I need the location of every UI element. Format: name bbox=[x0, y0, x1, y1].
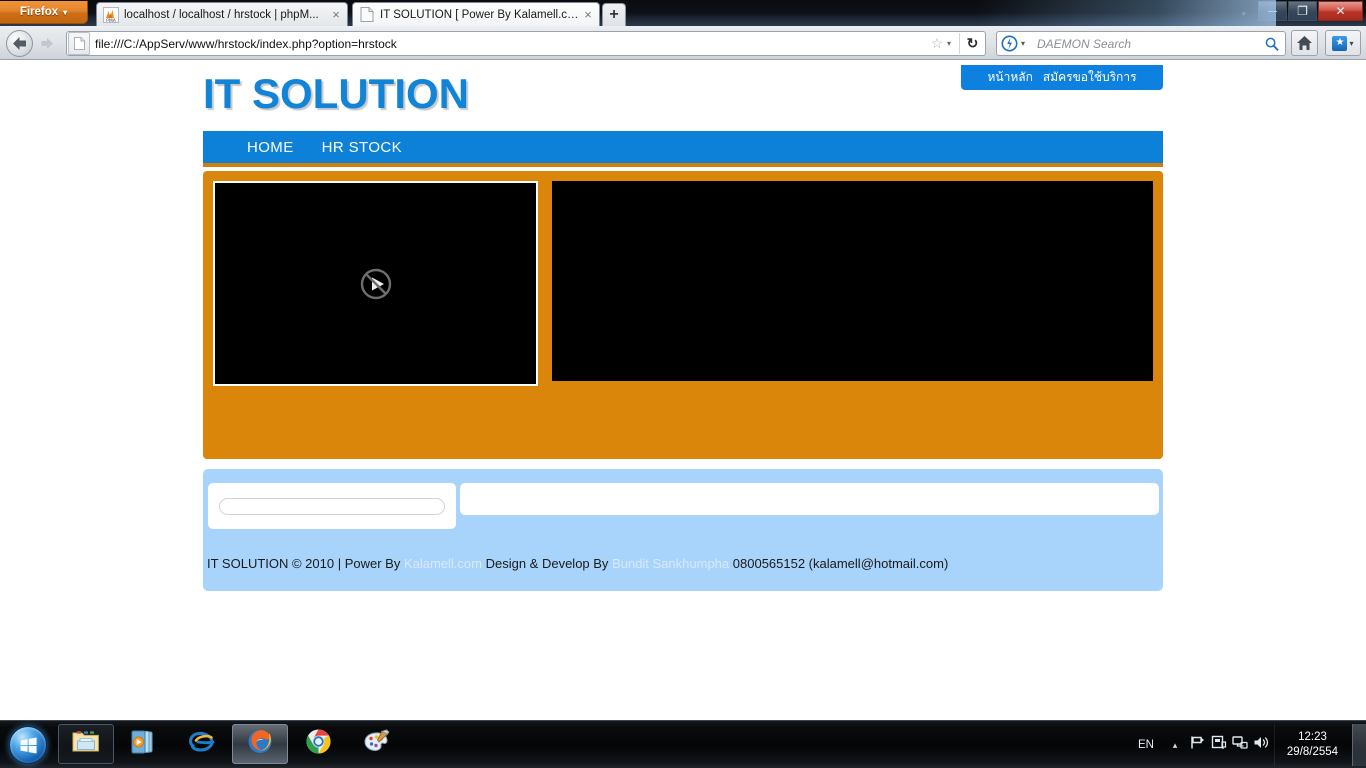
windows-media-player-icon bbox=[130, 729, 158, 760]
google-chrome-icon bbox=[305, 728, 332, 760]
site-footer: IT SOLUTION © 2010 | Power By Kalamell.c… bbox=[207, 556, 948, 571]
chevron-down-icon[interactable]: ▾ bbox=[1021, 39, 1032, 48]
forward-button bbox=[36, 32, 59, 55]
flag-action-center-icon[interactable] bbox=[1190, 735, 1206, 755]
windows-logo-icon bbox=[9, 726, 47, 764]
browser-tab-it-solution[interactable]: IT SOLUTION [ Power By Kalamell.co... × bbox=[352, 2, 600, 26]
clock[interactable]: 12:23 29/8/2554 bbox=[1274, 724, 1350, 766]
taskbar-item-windows-media-player[interactable] bbox=[116, 724, 172, 764]
firefox-app-button[interactable]: Firefox ▾ bbox=[0, 1, 88, 24]
footer-link-kalamell[interactable]: Kalamell.com bbox=[404, 556, 482, 571]
taskbar-items bbox=[58, 724, 404, 764]
bookmarks-button[interactable]: ★ ▾ bbox=[1325, 30, 1361, 56]
blocked-plugin-play-icon[interactable] bbox=[360, 268, 392, 300]
page-icon bbox=[359, 7, 375, 23]
web-page: IT SOLUTION หน้าหลัก สมัครขอใช้บริการ HO… bbox=[0, 61, 1366, 720]
top-nav-item-home[interactable]: หน้าหลัก bbox=[987, 68, 1032, 87]
bookmark-star-icon: ★ bbox=[1332, 35, 1348, 51]
windows-taskbar: EN ▴ 12:23 29/8/2554 bbox=[0, 720, 1366, 768]
new-tab-button[interactable]: + bbox=[602, 3, 626, 26]
flash-video-placeholder[interactable] bbox=[213, 181, 538, 386]
close-window-button[interactable]: ✕ bbox=[1318, 1, 1363, 21]
page-icon bbox=[68, 32, 90, 55]
ms-paint-icon bbox=[362, 728, 390, 760]
banner-media-placeholder[interactable] bbox=[552, 181, 1153, 381]
site-logo: IT SOLUTION bbox=[203, 70, 469, 117]
footer-middle: Design & Develop By bbox=[481, 556, 613, 571]
firefox-app-button-label: Firefox bbox=[19, 6, 59, 18]
footer-prefix: IT SOLUTION © 2010 | Power By bbox=[207, 556, 404, 571]
taskbar-item-ms-paint[interactable] bbox=[348, 724, 404, 764]
chevron-down-icon: ▾ bbox=[63, 7, 68, 17]
home-button[interactable] bbox=[1291, 30, 1318, 56]
login-box bbox=[208, 483, 456, 529]
page-viewport: IT SOLUTION หน้าหลัก สมัครขอใช้บริการ HO… bbox=[0, 61, 1366, 720]
phpmyadmin-icon: PMA bbox=[103, 6, 119, 23]
bookmark-star-icon[interactable]: ☆ bbox=[927, 35, 947, 52]
close-icon[interactable]: × bbox=[581, 8, 595, 21]
internet-explorer-icon bbox=[187, 729, 217, 760]
taskbar-item-firefox[interactable] bbox=[232, 724, 288, 764]
windows-explorer-icon bbox=[71, 729, 101, 760]
clock-date: 29/8/2554 bbox=[1286, 746, 1339, 758]
volume-icon[interactable] bbox=[1253, 735, 1270, 755]
minimize-button[interactable]: ─ bbox=[1258, 1, 1287, 21]
browser-tab-title: IT SOLUTION [ Power By Kalamell.co... bbox=[380, 8, 581, 21]
footer-link-author[interactable]: Bundit Sankhumpha bbox=[612, 556, 729, 571]
tray-icons bbox=[1186, 735, 1274, 755]
start-button[interactable] bbox=[2, 723, 54, 767]
browser-tab-phpmyadmin[interactable]: PMA localhost / localhost / hrstock | ph… bbox=[96, 2, 348, 26]
nav-item-home[interactable]: HOME bbox=[247, 139, 294, 156]
nav-item-hr-stock[interactable]: HR STOCK bbox=[322, 139, 402, 156]
maximize-button[interactable]: ❐ bbox=[1288, 1, 1317, 21]
language-indicator[interactable]: EN bbox=[1128, 739, 1164, 751]
search-input[interactable]: DAEMON Search bbox=[1032, 37, 1259, 51]
chevron-down-icon[interactable]: ▾ bbox=[947, 39, 959, 48]
taskbar-item-windows-explorer[interactable] bbox=[58, 724, 114, 764]
close-icon[interactable]: × bbox=[329, 8, 343, 21]
browser-tab-title: localhost / localhost / hrstock | phpM..… bbox=[124, 8, 319, 21]
content-box bbox=[460, 483, 1159, 515]
form-row bbox=[207, 483, 1159, 533]
action-center-icon[interactable] bbox=[1211, 735, 1227, 755]
browser-toolbar: file:///C:/AppServ/www/hrstock/index.php… bbox=[0, 26, 1366, 60]
top-nav-item-register[interactable]: สมัครขอใช้บริการ bbox=[1043, 68, 1137, 87]
firefox-icon bbox=[246, 728, 274, 760]
url-text: file:///C:/AppServ/www/hrstock/index.php… bbox=[95, 36, 397, 51]
window-controls: ─ ❐ ✕ bbox=[1258, 1, 1363, 21]
taskbar-item-google-chrome[interactable] bbox=[290, 724, 346, 764]
daemon-search-icon[interactable] bbox=[997, 35, 1021, 52]
url-bar[interactable]: file:///C:/AppServ/www/hrstock/index.php… bbox=[66, 31, 986, 56]
tab-list-chevron-icon[interactable]: ▾ bbox=[1241, 9, 1246, 20]
media-banner-panel bbox=[203, 171, 1163, 459]
top-utility-nav: หน้าหลัก สมัครขอใช้บริการ bbox=[961, 65, 1163, 90]
network-icon[interactable] bbox=[1232, 735, 1248, 755]
svg-text:PMA: PMA bbox=[106, 18, 117, 23]
search-icon[interactable] bbox=[1259, 37, 1285, 51]
title-bar: Firefox ▾ PMA localhost / localhost / hr… bbox=[0, 0, 1366, 26]
taskbar-item-internet-explorer[interactable] bbox=[174, 724, 230, 764]
login-input[interactable] bbox=[219, 497, 445, 515]
clock-time: 12:23 bbox=[1298, 731, 1327, 743]
show-hidden-icons-chevron-icon[interactable]: ▴ bbox=[1164, 740, 1186, 751]
main-navigation-bar: HOME HR STOCK bbox=[203, 131, 1163, 167]
browser-window: Firefox ▾ PMA localhost / localhost / hr… bbox=[0, 0, 1366, 768]
form-panel bbox=[203, 469, 1163, 591]
system-tray: EN ▴ 12:23 29/8/2554 bbox=[1128, 724, 1366, 766]
footer-suffix: 0800565152 (kalamell@hotmail.com) bbox=[729, 556, 949, 571]
show-desktop-button[interactable] bbox=[1352, 724, 1366, 766]
chevron-down-icon: ▾ bbox=[1349, 38, 1354, 48]
search-bar[interactable]: ▾ DAEMON Search bbox=[996, 31, 1286, 56]
back-button[interactable] bbox=[6, 30, 33, 57]
reload-icon[interactable]: ↻ bbox=[959, 33, 985, 54]
